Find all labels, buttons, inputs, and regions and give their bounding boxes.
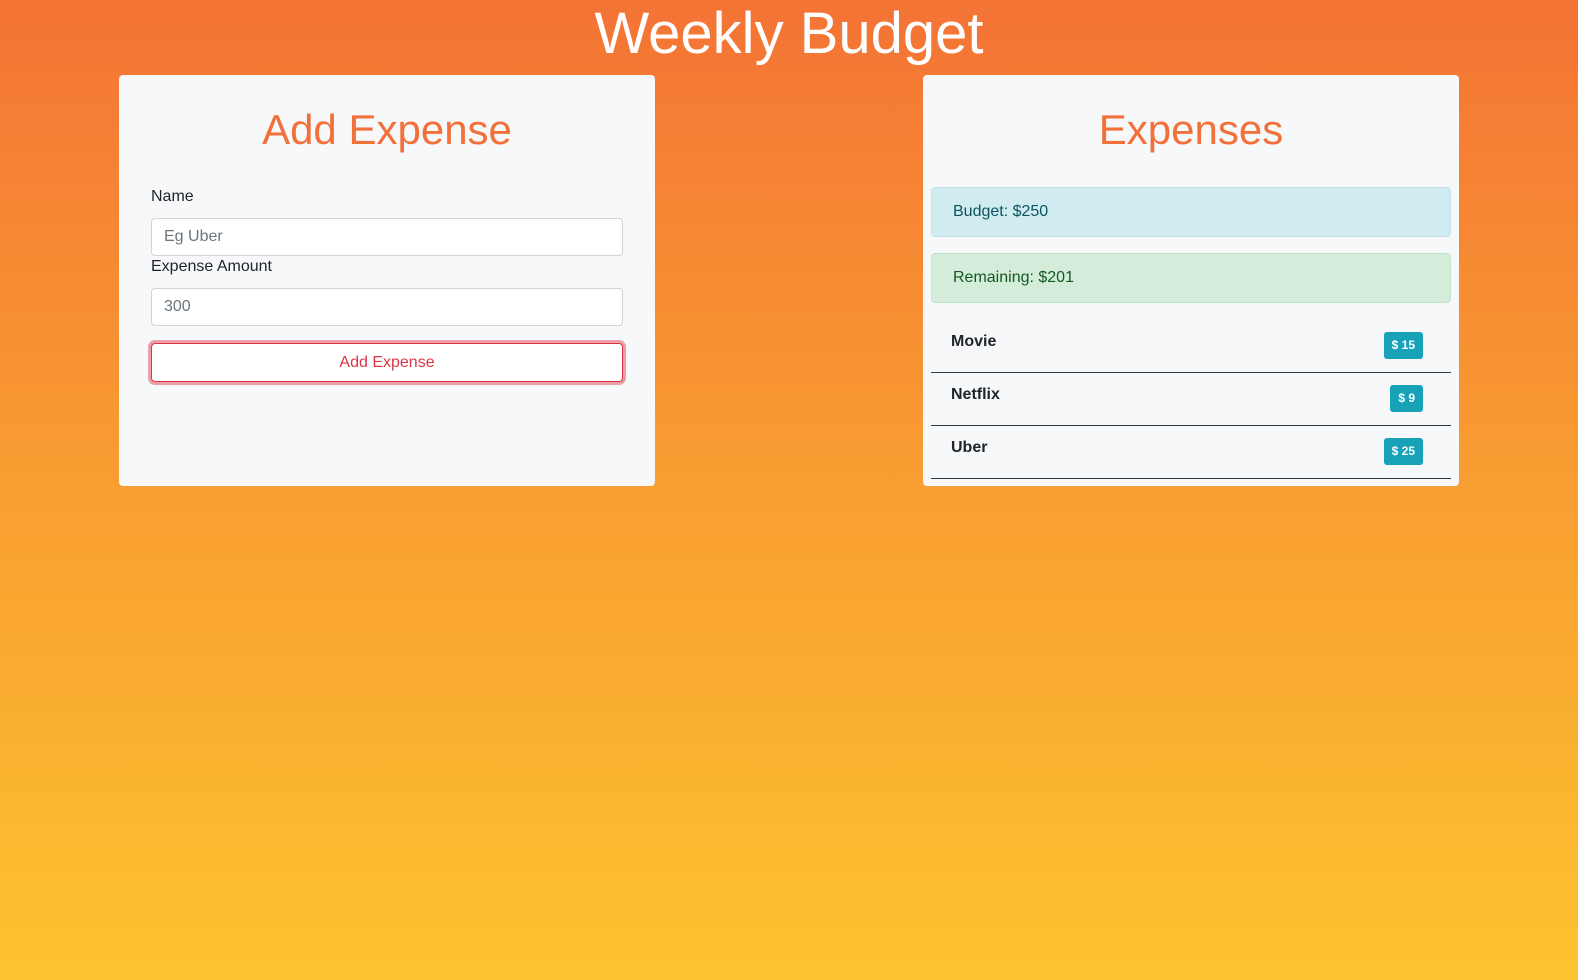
expense-amount-input[interactable] (151, 288, 623, 326)
expenses-title: Expenses (1098, 106, 1284, 153)
expense-amount-badge: $ 25 (1383, 438, 1423, 465)
add-expense-button[interactable]: Add Expense (151, 343, 623, 382)
amount-label: Expense Amount (151, 258, 272, 275)
expense-item-name: Uber (951, 439, 988, 456)
budget-alert: Budget: $250 (931, 187, 1451, 237)
expense-amount-badge: $ 9 (1390, 385, 1423, 412)
expense-item-name: Netflix (951, 386, 1000, 403)
expense-list-item: Netflix $ 9 (931, 373, 1451, 426)
expense-list-item: Uber $ 25 (931, 426, 1451, 479)
expense-item-name: Movie (951, 333, 997, 350)
add-expense-card: Add Expense Name Expense Amount Add Expe… (119, 75, 655, 486)
expense-name-input[interactable] (151, 218, 623, 256)
expense-amount-badge: $ 15 (1383, 332, 1423, 359)
remaining-alert: Remaining: $201 (931, 253, 1451, 303)
expense-list: Movie $ 15 Netflix $ 9 Uber $ 25 (931, 320, 1451, 479)
expenses-card: Expenses Budget: $250 Remaining: $201 Mo… (923, 75, 1459, 486)
name-label: Name (151, 188, 194, 205)
page-title: Weekly Budget (594, 1, 984, 66)
expense-list-item: Movie $ 15 (931, 320, 1451, 373)
add-expense-title: Add Expense (262, 106, 512, 153)
